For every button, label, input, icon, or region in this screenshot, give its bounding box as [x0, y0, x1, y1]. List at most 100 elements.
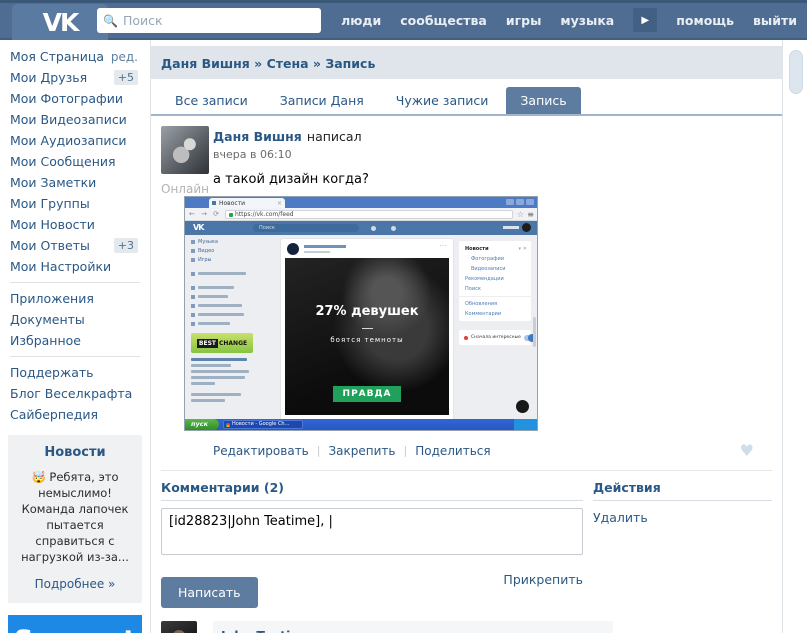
- browser-tab-strip: Новости ×: [185, 197, 537, 208]
- browser-address-bar: ← → ⟳ https://vk.com/feed ☆ ≡: [185, 208, 537, 221]
- page-scrollbar-thumb[interactable]: [789, 50, 803, 94]
- sidebar-link-blog[interactable]: Блог Веселкрафта: [10, 386, 132, 401]
- edit-post-link[interactable]: Редактировать: [213, 444, 309, 458]
- sidebar-link-donate[interactable]: Поддержать: [10, 365, 94, 380]
- post-actions: Редактировать | Закрепить | Поделиться ♥: [213, 441, 754, 460]
- main-content: Даня Вишня » Стена » Запись Все записи З…: [150, 40, 783, 633]
- sidebar-link-groups[interactable]: Мои Группы: [10, 196, 90, 211]
- nav-help[interactable]: помощь: [676, 13, 734, 28]
- sidebar-link-friends[interactable]: Мои Друзья: [10, 70, 87, 85]
- search-icon: 🔍: [103, 13, 118, 28]
- taskbar: пуск Новости - Google Ch...: [185, 419, 537, 430]
- nav-people[interactable]: люди: [341, 13, 381, 28]
- sidebar-link-audios[interactable]: Мои Аудиозаписи: [10, 133, 127, 148]
- sidebar-link-photos[interactable]: Мои Фотографии: [10, 91, 123, 106]
- sidebar-link-answers[interactable]: Мои Ответы: [10, 238, 90, 253]
- news-more-link[interactable]: Подробнее »: [14, 577, 136, 591]
- search-input[interactable]: [122, 13, 315, 28]
- sidebar-link-cyberpedia[interactable]: Сайберпедия: [10, 407, 98, 422]
- sidebar-item-blog: Блог Веселкрафта: [0, 383, 150, 404]
- inner-vk-logo: VK: [193, 223, 204, 232]
- tab-own-posts[interactable]: Записи Даня: [266, 87, 378, 114]
- comments-title: Комментарии (2): [161, 480, 583, 501]
- sidebar-item-messages: Мои Сообщения: [0, 151, 150, 172]
- sidebar-link-messages[interactable]: Мои Сообщения: [10, 154, 116, 169]
- tab-others-posts[interactable]: Чужие записи: [382, 87, 503, 114]
- chrome-icon: [226, 423, 230, 427]
- post-body: Даня Вишня написал вчера в 06:10 а такой…: [184, 126, 772, 460]
- sidebar-item-friends: Мои Друзья +5: [0, 67, 150, 88]
- comment-input[interactable]: [id28823|John Teatime], |: [161, 508, 583, 555]
- ad-title: 27% девушек: [315, 304, 419, 319]
- bell-icon: [371, 226, 376, 231]
- friends-count-badge: +5: [113, 70, 138, 85]
- sidebar-item-documents: Документы: [0, 309, 150, 330]
- sidebar-link-notes[interactable]: Мои Заметки: [10, 175, 96, 190]
- browser-nav-icons: ← → ⟳: [189, 210, 222, 218]
- sidebar-item-settings: Мои Настройки: [0, 256, 150, 277]
- inner-music-circle: [516, 400, 529, 413]
- post-text: а такой дизайн когда?: [213, 172, 369, 187]
- attach-link[interactable]: Прикрепить: [503, 572, 583, 587]
- support-line1: Support: [8, 627, 142, 633]
- tab-single-post[interactable]: Запись: [506, 87, 581, 114]
- tab-all-posts[interactable]: Все записи: [161, 87, 262, 114]
- sidebar-item-my-page: Моя Страница ред.: [0, 46, 150, 67]
- post-date[interactable]: вчера в 06:10: [213, 148, 772, 161]
- sidebar-item-cyberpedia: Сайберпедия: [0, 404, 150, 425]
- inner-user-menu: [503, 223, 531, 232]
- favicon: [212, 201, 216, 205]
- window-controls: [506, 199, 534, 205]
- nav-music[interactable]: музыка: [560, 13, 614, 28]
- write-comment-button[interactable]: Написать: [161, 577, 258, 608]
- taskbar-tray: [513, 419, 537, 430]
- post-author-link[interactable]: Даня Вишня: [213, 129, 302, 144]
- sidebar-item-answers: Мои Ответы +3: [0, 235, 150, 256]
- share-post-link[interactable]: Поделиться: [415, 444, 490, 458]
- sidebar-link-documents[interactable]: Документы: [10, 312, 85, 327]
- sidebar-divider: [10, 282, 140, 283]
- post-attachment-image[interactable]: Новости × ← → ⟳ https://vk.com/feed ☆ ≡ …: [184, 196, 538, 431]
- avatar[interactable]: [161, 126, 209, 174]
- sidebar-item-audios: Мои Аудиозаписи: [0, 130, 150, 151]
- inner-scrollbar: [533, 317, 536, 347]
- inner-vk-header: VK Поиск: [185, 221, 537, 235]
- sidebar-item-groups: Мои Группы: [0, 193, 150, 214]
- answers-count-badge: +3: [113, 238, 138, 253]
- nav-games[interactable]: игры: [506, 13, 542, 28]
- sidebar-edit-link[interactable]: ред.: [111, 50, 138, 64]
- global-search[interactable]: 🔍: [97, 8, 321, 33]
- breadcrumb[interactable]: Даня Вишня » Стена » Запись: [161, 56, 375, 71]
- online-status: Онлайн: [161, 182, 209, 196]
- delete-post-link[interactable]: Удалить: [593, 510, 648, 525]
- sidebar-link-favorites[interactable]: Избранное: [10, 333, 81, 348]
- like-heart-icon[interactable]: ♥: [740, 441, 754, 460]
- sidebar-link-apps[interactable]: Приложения: [10, 291, 94, 306]
- browser-menu-icon: ≡: [527, 210, 534, 219]
- bookmark-star-icon: ☆: [516, 210, 524, 219]
- breadcrumb-bar: Даня Вишня » Стена » Запись: [151, 46, 782, 79]
- inner-feed-post: ⋯ 27% девушек боятся темноты ПРАВДА: [281, 239, 453, 420]
- ad-subtitle: боятся темноты: [330, 336, 404, 344]
- nav-groups[interactable]: сообщества: [400, 13, 487, 28]
- comment: John Teatime Разве нет такого? 2015 посм…: [161, 621, 613, 633]
- vk-logo[interactable]: VK: [12, 4, 108, 40]
- comments-section: Комментарии (2) [id28823|John Teatime], …: [151, 471, 782, 633]
- sidebar-link-videos[interactable]: Мои Видеозаписи: [10, 112, 127, 127]
- nav-logout[interactable]: выйти: [753, 13, 797, 28]
- sidebar-link-news[interactable]: Мои Новости: [10, 217, 95, 232]
- right-gutter: [783, 40, 807, 633]
- post: Онлайн Даня Вишня написал вчера в 06:10 …: [151, 116, 782, 460]
- news-box: Новости 🤯 Ребята, это немыслимо! Команда…: [8, 435, 142, 603]
- pin-post-link[interactable]: Закрепить: [328, 444, 395, 458]
- sidebar-link-settings[interactable]: Мои Настройки: [10, 259, 111, 274]
- more-options-icon: ⋯: [439, 241, 447, 250]
- commenter-avatar[interactable]: [161, 621, 197, 633]
- ad-button: ПРАВДА: [332, 386, 402, 402]
- support-openvk-banner[interactable]: Support OpenVK now!: [8, 614, 142, 633]
- sidebar-link-my-page[interactable]: Моя Страница: [10, 49, 104, 64]
- sidebar-item-news: Мои Новости: [0, 214, 150, 235]
- inner-post-avatar: [287, 243, 299, 255]
- play-icon[interactable]: ▶: [633, 8, 658, 32]
- commenter-name-link[interactable]: John Teatime: [221, 628, 312, 633]
